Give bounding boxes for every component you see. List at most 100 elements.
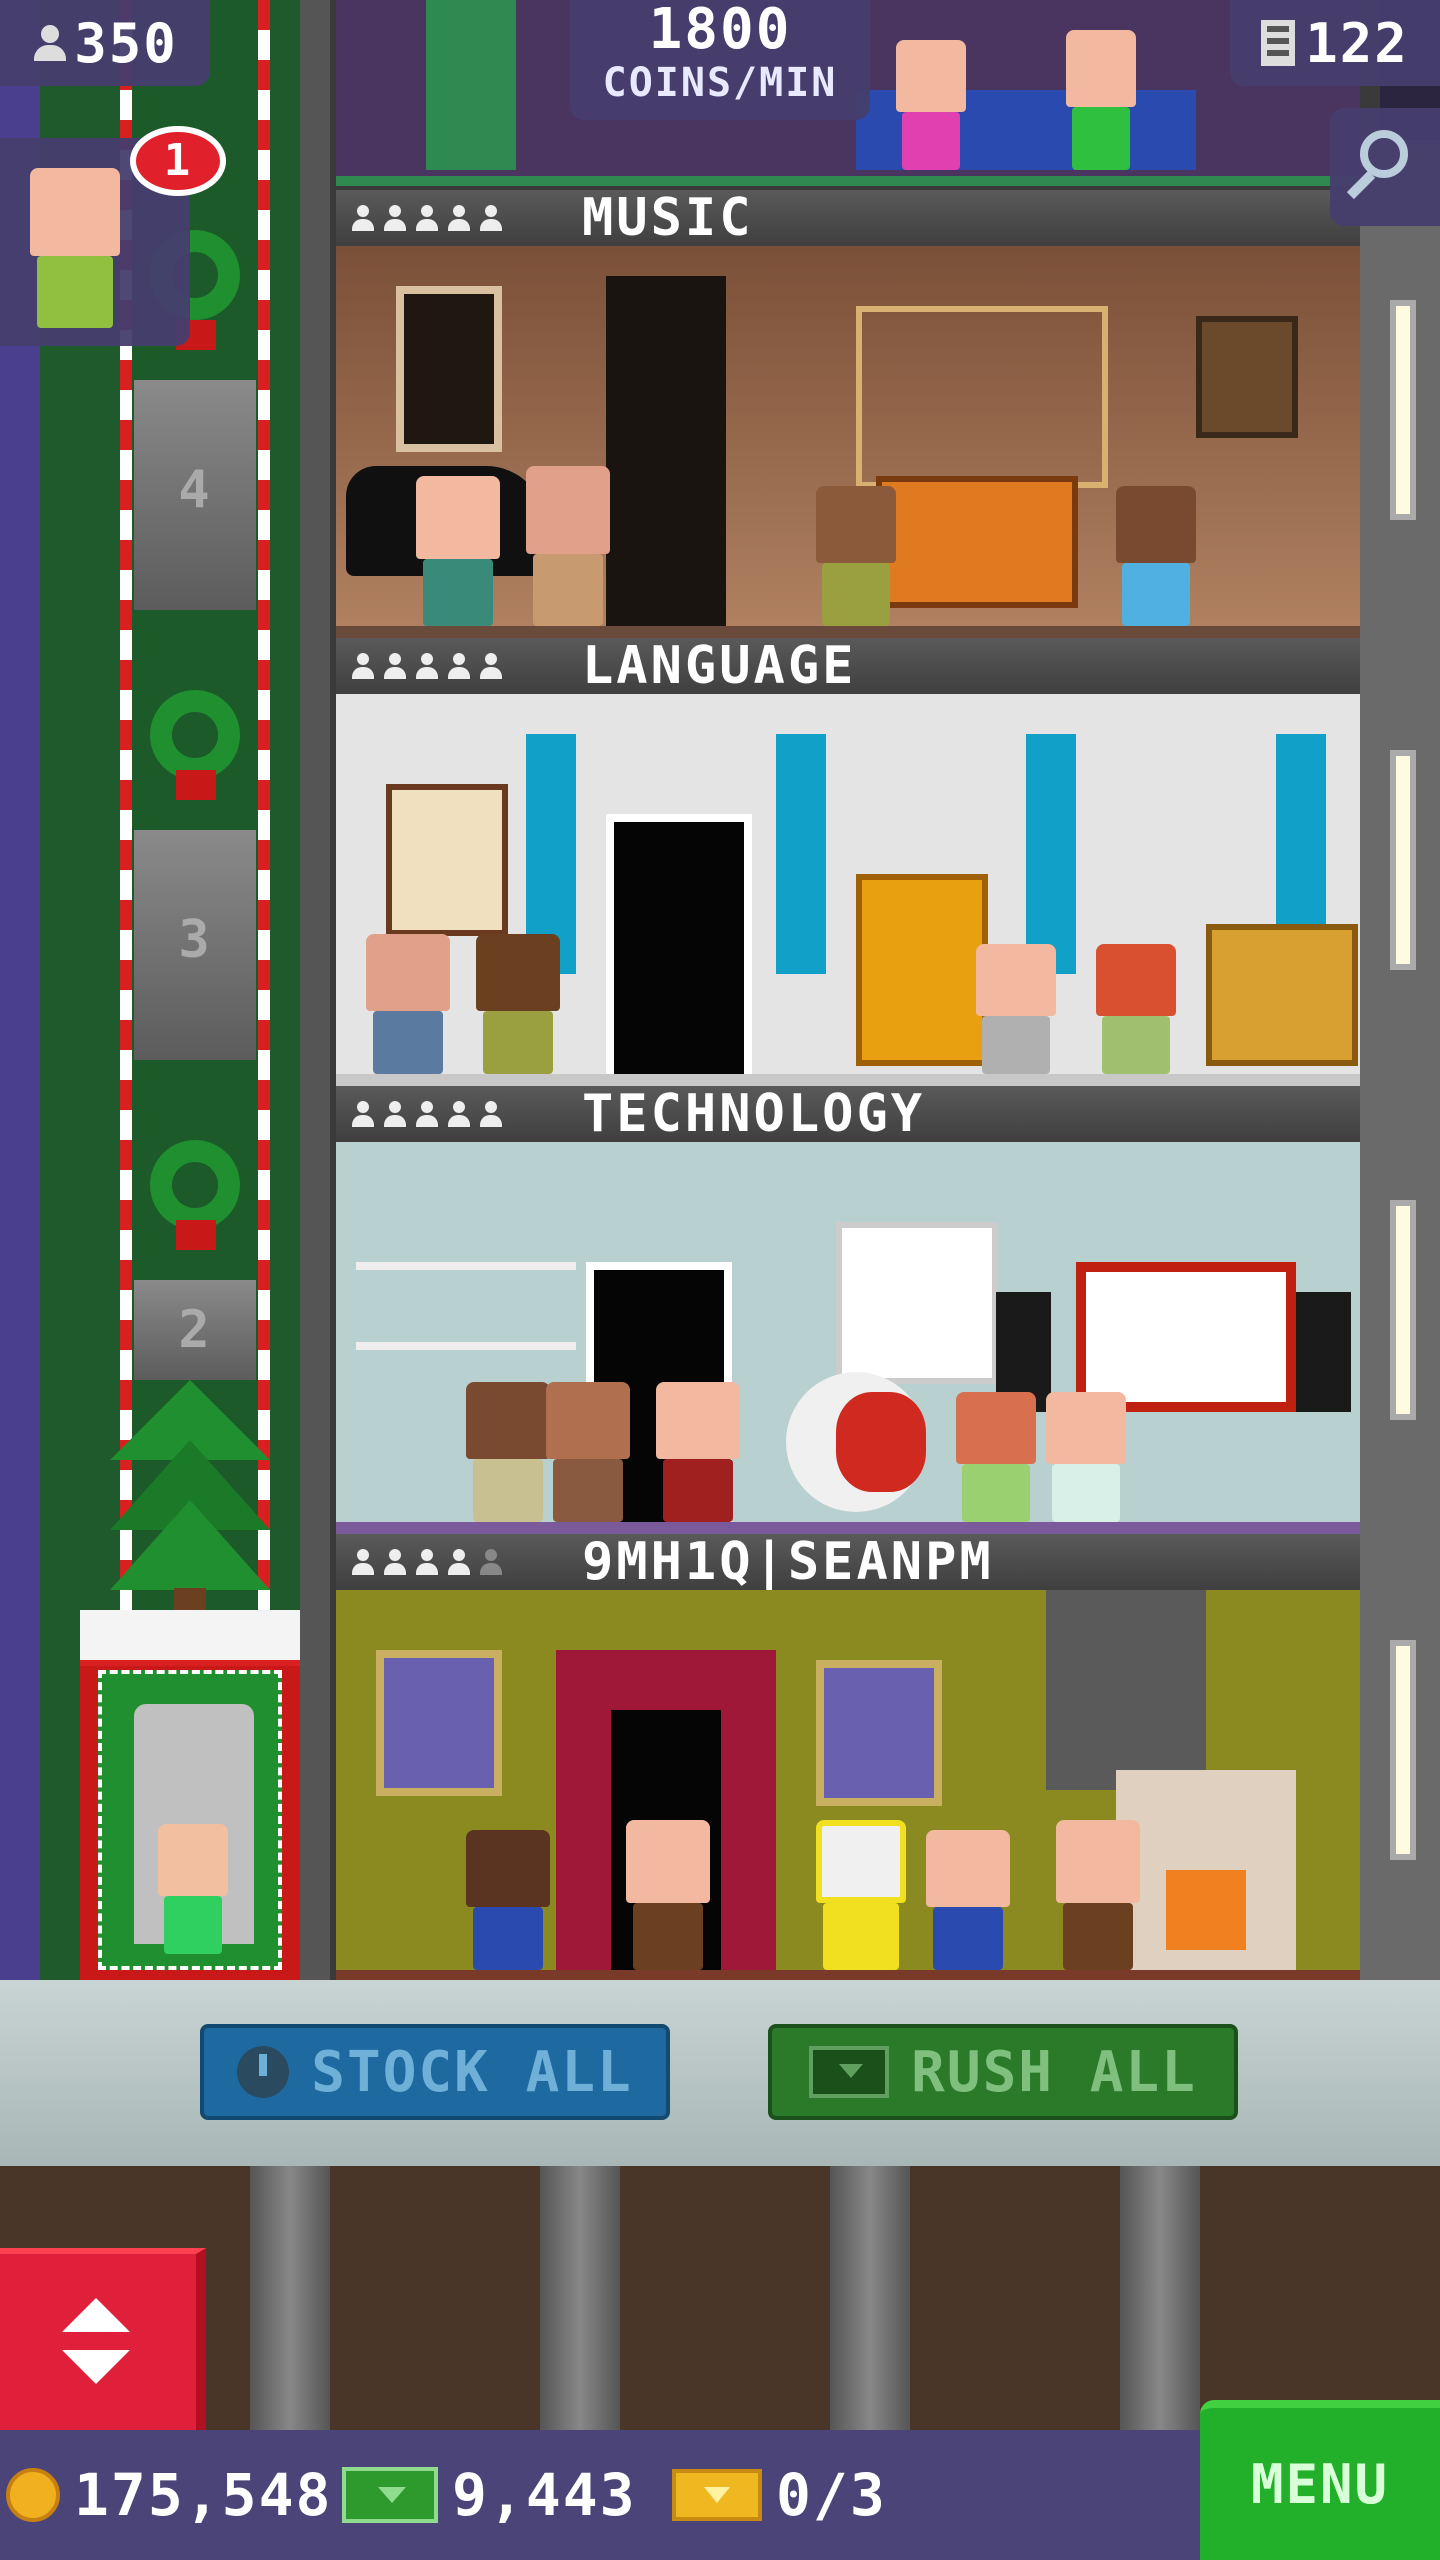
star-icon	[448, 205, 470, 231]
wall-lamp-icon	[1390, 300, 1416, 520]
bitizen	[1116, 486, 1196, 626]
elevator-cabin[interactable]	[80, 1610, 300, 1980]
star-icon	[480, 653, 502, 679]
elevator-interior	[98, 1670, 282, 1970]
coins-value: 175,548	[74, 2461, 333, 2529]
visitor-notification-button[interactable]: 1	[0, 126, 226, 346]
bow-icon	[176, 1220, 216, 1250]
bitizen	[956, 1392, 1036, 1522]
visitor-avatar	[30, 168, 120, 328]
shaft-floor-number: 2	[178, 1300, 212, 1360]
tower-bux-balance[interactable]: 9,443	[342, 2430, 637, 2560]
floor-technology[interactable]: TECHNOLOGY	[336, 1084, 1360, 1534]
wall-lamp-icon	[1390, 1640, 1416, 1860]
coins-per-minute-panel[interactable]: 1800 COINS/MIN	[570, 0, 870, 120]
wreath-icon	[150, 690, 240, 780]
star-icon	[352, 1101, 374, 1127]
rush-all-button[interactable]: RUSH ALL	[768, 2024, 1238, 2120]
golden-ticket-icon	[672, 2469, 762, 2521]
stock-all-button[interactable]: STOCK ALL	[200, 2024, 670, 2120]
floor-header: TECHNOLOGY	[336, 1084, 1360, 1144]
pillar	[830, 2166, 910, 2430]
star-icon	[416, 653, 438, 679]
elevator-roof	[80, 1610, 300, 1666]
floor-title: TECHNOLOGY	[582, 1084, 926, 1144]
elevator-passenger	[158, 1824, 228, 1954]
floor-title: LANGUAGE	[582, 636, 857, 696]
bitizen	[466, 1382, 550, 1522]
bitizen	[896, 40, 966, 170]
pillar	[250, 2166, 330, 2430]
floor-stars	[352, 205, 562, 231]
golden-tickets[interactable]: 0/3	[672, 2430, 887, 2560]
shaft-floor-number: 3	[178, 910, 212, 970]
star-icon	[416, 1101, 438, 1127]
room-technology	[336, 1142, 1360, 1522]
tower-bux-icon	[342, 2467, 438, 2523]
building-icon	[1261, 20, 1296, 66]
coins-balance[interactable]: 175,548	[6, 2430, 332, 2560]
door	[426, 0, 516, 170]
visitor-badge: 1	[130, 126, 226, 196]
shaft-floor-number: 4	[178, 460, 212, 520]
star-icon	[480, 1549, 502, 1575]
star-icon	[352, 653, 374, 679]
pillar	[540, 2166, 620, 2430]
pillar	[1120, 2166, 1200, 2430]
star-icon	[448, 1549, 470, 1575]
bitizen	[926, 1830, 1010, 1970]
floor-counter[interactable]: 122	[1230, 0, 1440, 86]
star-icon	[480, 205, 502, 231]
bitizen	[466, 1830, 550, 1970]
rush-all-label: RUSH ALL	[911, 2039, 1197, 2105]
christmas-tree-icon	[110, 1380, 270, 1610]
clock-icon	[237, 2046, 290, 2098]
lobby-basement	[0, 2166, 1440, 2430]
star-icon	[352, 205, 374, 231]
search-button[interactable]	[1330, 108, 1440, 226]
floor-header: LANGUAGE	[336, 636, 1360, 696]
arrow-down-icon	[62, 2350, 130, 2384]
bitizen	[1096, 944, 1176, 1074]
room-language	[336, 694, 1360, 1074]
bitizen	[366, 934, 450, 1074]
floor-header: 9MH1Q|SEANPM	[336, 1532, 1360, 1592]
stock-all-label: STOCK ALL	[311, 2039, 633, 2105]
arrow-up-icon	[62, 2298, 130, 2332]
floor-language[interactable]: LANGUAGE	[336, 636, 1360, 1086]
menu-button[interactable]: MENU	[1200, 2400, 1440, 2560]
bitizen	[656, 1382, 740, 1522]
bitizen	[1066, 30, 1136, 170]
star-icon	[416, 205, 438, 231]
floor-apartment[interactable]: 9MH1Q|SEANPM	[336, 1532, 1360, 1982]
coin-icon	[6, 2468, 60, 2522]
bitizen	[416, 476, 500, 626]
star-icon	[448, 653, 470, 679]
bitizen	[976, 944, 1056, 1074]
bow-icon	[176, 770, 216, 800]
wreath-icon	[150, 1140, 240, 1230]
bitizen	[1056, 1820, 1140, 1970]
tickets-value: 0/3	[776, 2461, 887, 2529]
star-icon	[448, 1101, 470, 1127]
room-music	[336, 246, 1360, 626]
floor-title: 9MH1Q|SEANPM	[582, 1532, 994, 1592]
wall-lamp-icon	[1390, 750, 1416, 970]
floor-stars	[352, 1101, 562, 1127]
star-icon	[352, 1549, 374, 1575]
bitizen	[626, 1820, 710, 1970]
menu-label: MENU	[1250, 2452, 1390, 2516]
coins-per-min-value: 1800	[648, 0, 792, 62]
floor-stars	[352, 1549, 562, 1575]
elevator-toggle-button[interactable]	[0, 2248, 206, 2430]
floor-stars	[352, 653, 562, 679]
bitizen	[816, 1820, 906, 1970]
bitizen	[526, 466, 610, 626]
bitizen	[476, 934, 560, 1074]
wall-lamp-icon	[1390, 1200, 1416, 1420]
floor-music[interactable]: MUSIC	[336, 188, 1360, 638]
population-value: 350	[74, 11, 178, 75]
star-icon	[480, 1101, 502, 1127]
population-counter[interactable]: 350	[0, 0, 210, 86]
bitizen	[816, 486, 896, 626]
